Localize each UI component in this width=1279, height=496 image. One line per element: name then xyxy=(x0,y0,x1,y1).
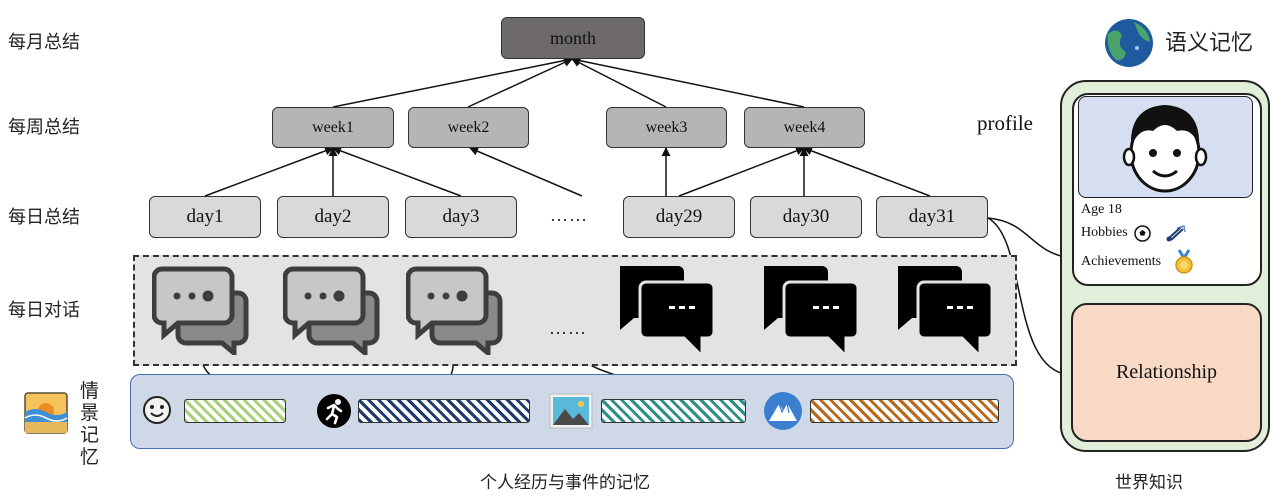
week-node-4: week4 xyxy=(744,107,865,148)
soccer-ball-icon xyxy=(1133,224,1151,242)
landscape-photo-icon xyxy=(549,393,593,429)
speech-bubbles-filled-icon xyxy=(898,266,994,358)
earth-globe-icon xyxy=(1105,19,1153,67)
semantic-memory-title: 语义记忆 xyxy=(1165,31,1254,56)
running-person-icon xyxy=(317,394,351,428)
episodic-caption: 个人经历与事件的记忆 xyxy=(480,473,650,493)
profile-achievements: Achievements xyxy=(1081,249,1195,275)
week-node-2: week2 xyxy=(408,107,529,148)
relationship-box: Relationship xyxy=(1071,303,1262,442)
speech-bubbles-filled-icon xyxy=(764,266,860,358)
smiley-face-icon xyxy=(143,396,171,424)
day-node-3: day3 xyxy=(405,196,517,238)
day-node-1: day1 xyxy=(149,196,261,238)
month-node: month xyxy=(501,17,645,59)
speech-bubbles-outline-icon xyxy=(152,266,249,355)
speech-bubbles-filled-icon xyxy=(620,266,716,358)
daily-dialogue-panel xyxy=(133,255,1017,366)
day-node-31: day31 xyxy=(876,196,988,238)
day-node-2: day2 xyxy=(277,196,389,238)
world-knowledge-caption: 世界知识 xyxy=(1115,473,1183,493)
profile-age: Age 18 xyxy=(1081,202,1122,218)
person-face-icon xyxy=(1122,105,1208,193)
speech-bubbles-outline-icon xyxy=(406,266,503,355)
memory-bar-green xyxy=(184,399,286,423)
profile-hobbies-text: Hobbies xyxy=(1081,225,1128,240)
mountain-icon xyxy=(764,392,802,430)
memory-bar-teal xyxy=(601,399,746,423)
medal-icon xyxy=(1175,249,1193,274)
day-node-29: day29 xyxy=(623,196,735,238)
week-node-1: week1 xyxy=(272,107,394,148)
speech-bubbles-outline-icon xyxy=(283,266,380,355)
week-node-3: week3 xyxy=(606,107,727,148)
memory-bar-orange xyxy=(810,399,999,423)
profile-age-text: Age 18 xyxy=(1081,202,1122,217)
profile-achievements-text: Achievements xyxy=(1081,254,1162,269)
profile-label: profile xyxy=(977,111,1033,135)
day-ellipsis: …… xyxy=(550,205,588,225)
avatar xyxy=(1078,96,1253,198)
shuttlecock-icon xyxy=(1166,225,1186,242)
chat-ellipsis: …… xyxy=(549,318,587,338)
profile-hobbies: Hobbies xyxy=(1081,224,1187,242)
memory-bar-navy xyxy=(358,399,530,423)
day-node-30: day30 xyxy=(750,196,862,238)
